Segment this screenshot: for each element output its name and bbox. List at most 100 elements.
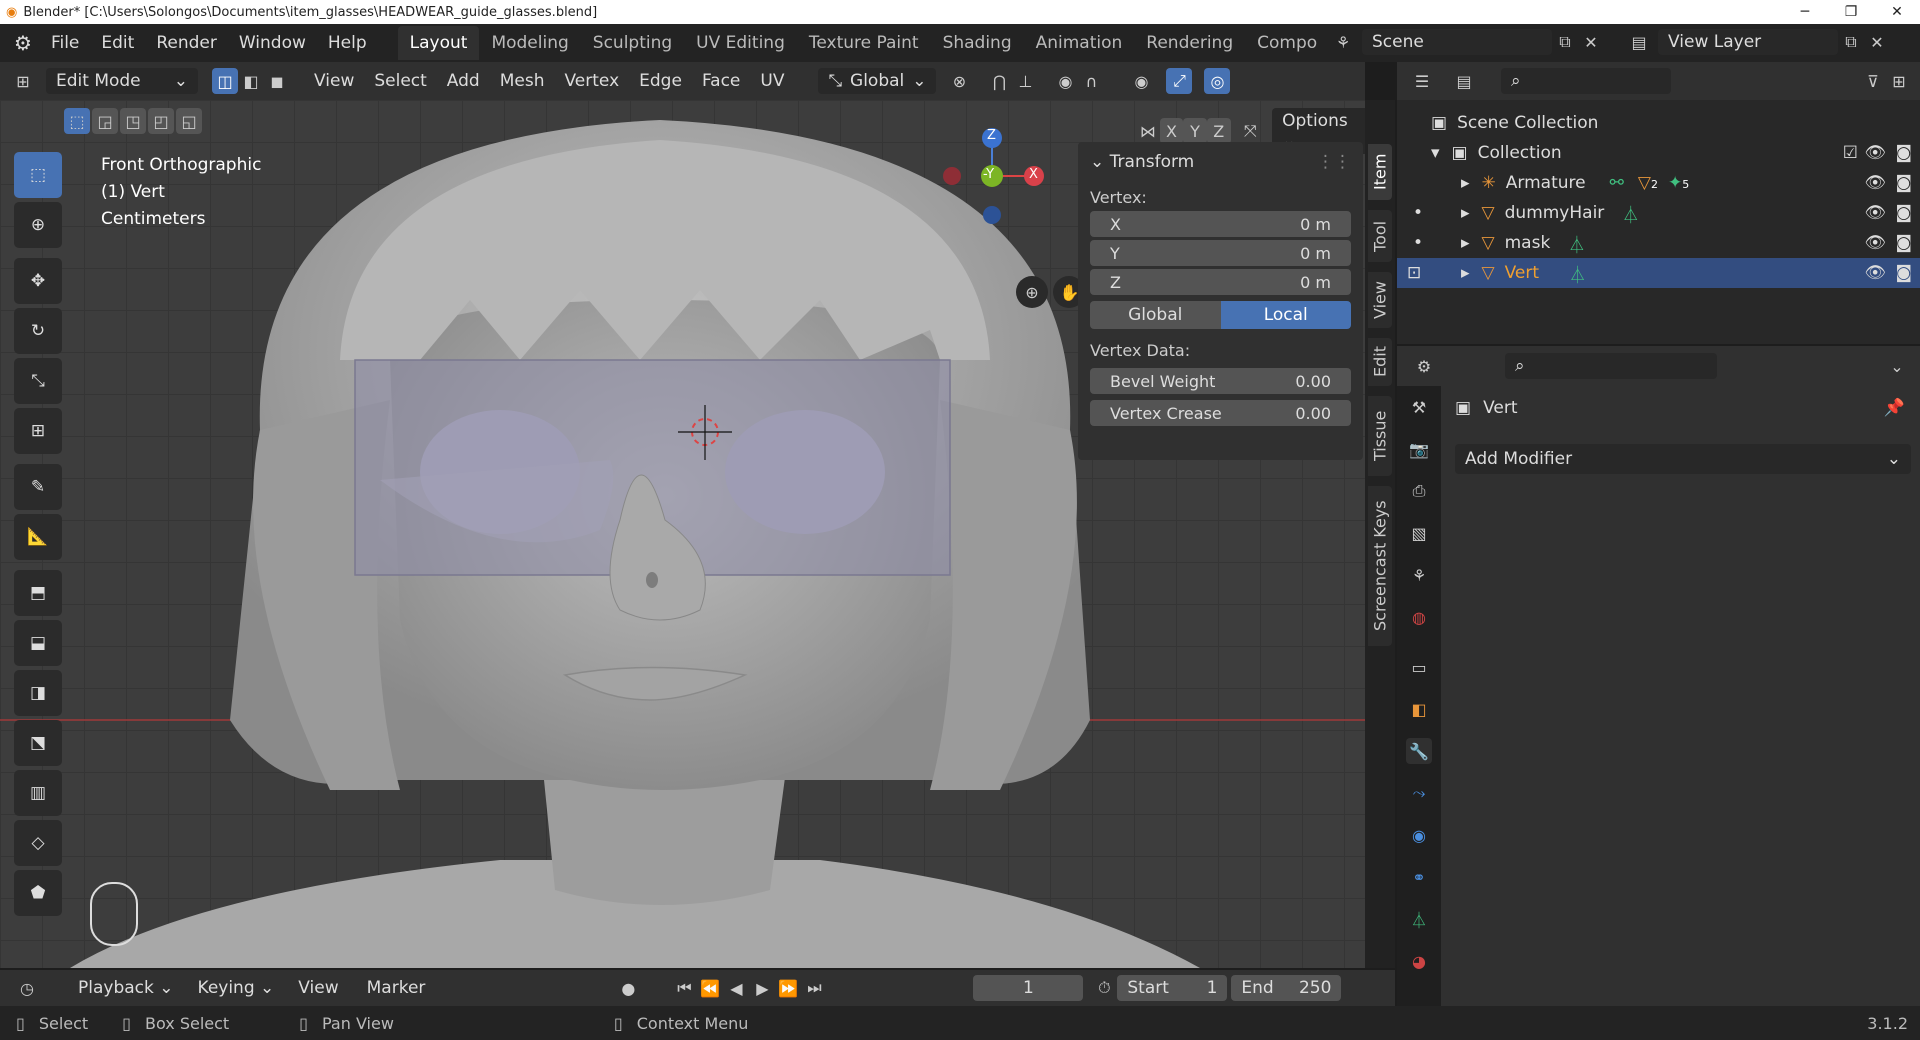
menu-view[interactable]: View xyxy=(306,68,362,94)
view-layer-props-icon[interactable]: ▧ xyxy=(1406,520,1432,546)
zoom-icon[interactable]: ⊕ xyxy=(1016,276,1048,308)
snap-icon[interactable]: ⋂ xyxy=(986,68,1012,94)
face-select-icon[interactable]: ◼ xyxy=(264,68,290,94)
global-toggle-button[interactable]: Global xyxy=(1090,301,1221,329)
current-frame-field[interactable]: 1 xyxy=(973,975,1084,1001)
camera-render-icon[interactable]: ◙ xyxy=(1896,203,1913,223)
scale-tool-icon[interactable]: ⤡ xyxy=(14,358,62,404)
transform-tool-icon[interactable]: ⊞ xyxy=(14,408,62,454)
falloff-icon[interactable]: ∩ xyxy=(1078,68,1104,94)
camera-render-icon[interactable]: ◙ xyxy=(1896,143,1913,163)
measure-tool-icon[interactable]: 📐 xyxy=(14,514,62,560)
rotate-tool-icon[interactable]: ↻ xyxy=(14,308,62,354)
tab-layout[interactable]: Layout xyxy=(397,26,480,60)
start-frame-field[interactable]: Start 1 xyxy=(1117,975,1228,1001)
drag-handle-icon[interactable]: ⋮⋮ xyxy=(1317,152,1351,172)
outliner-editor-icon[interactable]: ☰ xyxy=(1409,68,1435,94)
eye-icon[interactable]: 👁 xyxy=(1864,143,1886,163)
stopwatch-icon[interactable]: ⏱ xyxy=(1091,975,1117,1001)
eye-icon[interactable]: 👁 xyxy=(1864,203,1886,223)
output-props-icon[interactable]: ⎙ xyxy=(1406,478,1432,504)
remove-scene-icon[interactable]: ✕ xyxy=(1578,29,1604,55)
copy-view-layer-icon[interactable]: ⧉ xyxy=(1838,29,1864,55)
add-modifier-dropdown[interactable]: Add Modifier ⌄ xyxy=(1455,444,1911,474)
collection-props-icon[interactable]: ▭ xyxy=(1406,654,1432,680)
vertex-z-field[interactable]: Z 0 m xyxy=(1090,269,1351,295)
outliner-row-mask[interactable]: • ▸ ▽ mask ⏃ 👁 ◙ xyxy=(1397,228,1920,258)
add-cube-tool-icon[interactable]: ⬒ xyxy=(14,570,62,616)
jump-start-icon[interactable]: ⏮ xyxy=(671,975,697,1001)
bevel-weight-field[interactable]: Bevel Weight 0.00 xyxy=(1090,368,1351,394)
tab-tool[interactable]: Tool xyxy=(1368,210,1392,262)
menu-render[interactable]: Render xyxy=(156,33,217,53)
menu-keying[interactable]: Keying ⌄ xyxy=(190,975,283,1001)
tab-animation[interactable]: Animation xyxy=(1024,26,1135,60)
visibility-icon[interactable]: ◉ xyxy=(1128,68,1154,94)
remove-view-layer-icon[interactable]: ✕ xyxy=(1864,29,1890,55)
minimize-icon[interactable]: ─ xyxy=(1782,0,1828,24)
tab-uv-editing[interactable]: UV Editing xyxy=(684,26,797,60)
tab-item[interactable]: Item xyxy=(1368,144,1392,200)
edit-mode-icon[interactable]: ⊡ xyxy=(1407,263,1421,283)
annotate-tool-icon[interactable]: ✎ xyxy=(14,464,62,510)
tab-modeling[interactable]: Modeling xyxy=(479,26,580,60)
poly-build-tool-icon[interactable]: ⬟ xyxy=(14,870,62,916)
physics-props-icon[interactable]: ◉ xyxy=(1406,822,1432,848)
menu-select[interactable]: Select xyxy=(366,68,434,94)
bevel-tool-icon[interactable]: ⬔ xyxy=(14,720,62,766)
jump-end-icon[interactable]: ⏭ xyxy=(801,975,827,1001)
outliner-row-collection[interactable]: ▾ ▣ Collection ☑ 👁 ◙ xyxy=(1397,138,1920,168)
end-frame-field[interactable]: End 250 xyxy=(1231,975,1342,1001)
outliner-row-armature[interactable]: ▸ ✳ Armature ⚯ ▽2 ✦5 👁 ◙ xyxy=(1397,168,1920,198)
view-layer-name-field[interactable]: View Layer xyxy=(1658,29,1838,55)
editor-type-icon[interactable]: ⊞ xyxy=(10,68,36,94)
vertex-select-icon[interactable]: ◫ xyxy=(212,68,238,94)
particles-props-icon[interactable]: ⤳ xyxy=(1406,780,1432,806)
menu-help[interactable]: Help xyxy=(328,33,367,53)
new-collection-icon[interactable]: ⊞ xyxy=(1886,68,1912,94)
data-props-icon[interactable]: ⏃ xyxy=(1406,906,1432,932)
tab-edit[interactable]: Edit xyxy=(1368,338,1392,386)
play-icon[interactable]: ▶ xyxy=(749,975,775,1001)
constraints-props-icon[interactable]: ⚭ xyxy=(1406,864,1432,890)
prev-keyframe-icon[interactable]: ⏪ xyxy=(697,975,723,1001)
move-tool-icon[interactable]: ✥ xyxy=(14,258,62,304)
tab-texture-paint[interactable]: Texture Paint xyxy=(797,26,931,60)
tab-sculpting[interactable]: Sculpting xyxy=(581,26,684,60)
tab-shading[interactable]: Shading xyxy=(931,26,1024,60)
vertex-y-field[interactable]: Y 0 m xyxy=(1090,240,1351,266)
eye-icon[interactable]: 👁 xyxy=(1864,173,1886,193)
menu-timeline-view[interactable]: View xyxy=(290,975,346,1001)
vertex-x-field[interactable]: X 0 m xyxy=(1090,211,1351,237)
pin-icon[interactable]: 📌 xyxy=(1884,398,1905,418)
camera-render-icon[interactable]: ◙ xyxy=(1896,173,1913,193)
close-icon[interactable]: ✕ xyxy=(1874,0,1920,24)
outliner-search-input[interactable]: ⌕ xyxy=(1501,68,1671,94)
outliner-row-dummyhair[interactable]: • ▸ ▽ dummyHair ⏃ 👁 ◙ xyxy=(1397,198,1920,228)
tab-compositing[interactable]: Compo xyxy=(1245,26,1329,60)
menu-vertex[interactable]: Vertex xyxy=(556,68,627,94)
view-layer-icon[interactable]: ▤ xyxy=(1626,29,1652,55)
expand-arrow-icon[interactable]: ▸ xyxy=(1461,203,1470,223)
vertex-crease-field[interactable]: Vertex Crease 0.00 xyxy=(1090,400,1351,426)
world-props-icon[interactable]: ◍ xyxy=(1406,604,1432,630)
tab-rendering[interactable]: Rendering xyxy=(1134,26,1245,60)
edge-select-icon[interactable]: ◧ xyxy=(238,68,264,94)
menu-window[interactable]: Window xyxy=(239,33,306,53)
loop-cut-tool-icon[interactable]: ▥ xyxy=(14,770,62,816)
outliner-row-scene-collection[interactable]: ▣ Scene Collection xyxy=(1397,108,1920,138)
menu-uv[interactable]: UV xyxy=(752,68,792,94)
properties-search-input[interactable]: ⌕ xyxy=(1505,353,1717,379)
object-props-icon[interactable]: ◧ xyxy=(1406,696,1432,722)
transform-panel-header[interactable]: ⌄ Transform ⋮⋮ xyxy=(1078,142,1363,182)
display-mode-icon[interactable]: ▤ xyxy=(1451,68,1477,94)
knife-tool-icon[interactable]: ◇ xyxy=(14,820,62,866)
blender-menu-icon[interactable]: ⚙ xyxy=(14,31,32,55)
copy-scene-icon[interactable]: ⧉ xyxy=(1552,29,1578,55)
pivot-icon[interactable]: ⊗ xyxy=(946,68,972,94)
chevron-down-icon[interactable]: ⌄ xyxy=(1884,353,1910,379)
record-icon[interactable]: ● xyxy=(615,975,641,1001)
menu-edit[interactable]: Edit xyxy=(101,33,134,53)
tab-screencast-keys[interactable]: Screencast Keys xyxy=(1368,486,1392,646)
menu-add[interactable]: Add xyxy=(439,68,488,94)
